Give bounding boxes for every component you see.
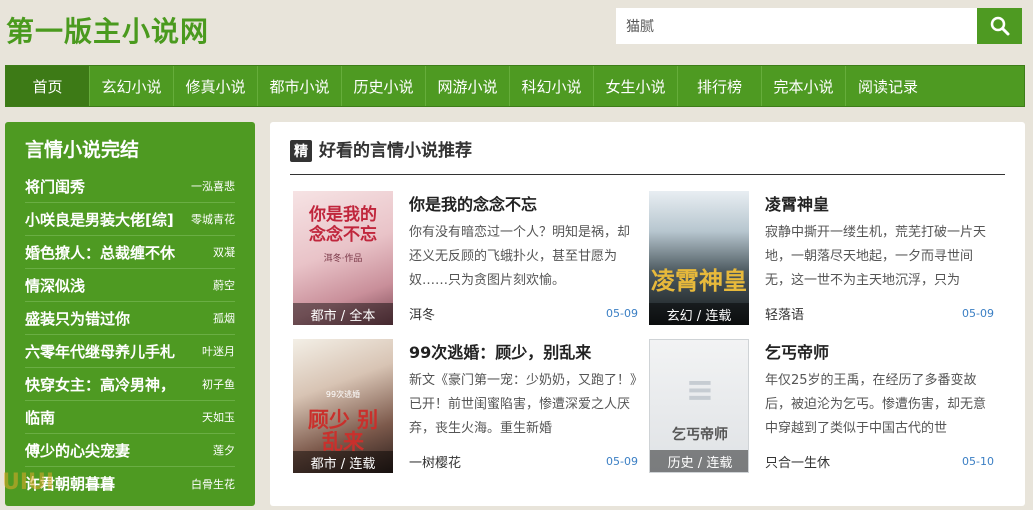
book-author: 白骨生花 [191,477,235,491]
book-author: 天如玉 [202,411,235,424]
book-title-link[interactable]: 傅少的心尖宠妻 [25,440,130,461]
list-item[interactable]: 许君朝朝暮暮 白骨生花 [25,467,235,500]
list-item[interactable]: 傅少的心尖宠妻 莲夕 [25,434,235,467]
search-button[interactable] [977,8,1022,44]
cover-placeholder-glyph: ≡ [685,370,715,410]
book-category-tag: 都市 / 连载 [293,451,393,473]
book-author: 一泓喜悲 [191,180,235,193]
book-description: 新文《豪门第一宠：少奶奶，又跑了！》已开！前世闺蜜陷害，惨遭深爱之人厌弃，丧生火… [409,373,637,436]
book-title-link[interactable]: 乞丐帝师 [765,339,829,363]
book-title-link[interactable]: 将门闺秀 [25,176,85,197]
book-author[interactable]: 洱冬 [409,304,435,323]
search-icon [990,16,1009,36]
book-title-link[interactable]: 99次逃婚：顾少，别乱来 [409,339,591,363]
nav-ranking[interactable]: 排行榜 [678,66,762,106]
book-author: 初子鱼 [202,378,235,391]
book-author[interactable]: 轻落语 [765,304,804,323]
nav-xuanhuan[interactable]: 玄幻小说 [90,66,174,106]
list-item[interactable]: 将门闺秀 一泓喜悲 [25,170,235,203]
cover-subtitle: 洱冬·作品 [323,254,363,264]
cover-title: 乞丐帝师 [672,427,728,443]
cover-subtitle: 99次逃婚 [325,390,361,399]
book-author: 零城青花 [191,213,235,226]
sidebar-completed-list: 言情小说完结 将门闺秀 一泓喜悲 小咲良是男装大佬[综] 零城青花 婚色撩人：总裁缠… [5,122,255,506]
book-author: 蔚空 [213,279,235,292]
nav-nvsheng[interactable]: 女生小说 [594,66,678,106]
book-card: 顾少 别乱来 99次逃婚 都市 / 连载 99次逃婚：顾少，别乱来 新文《豪门第… [293,339,638,474]
list-item[interactable]: 临南 天如玉 [25,401,235,434]
search-input[interactable] [616,8,977,44]
cover-title: 你是我的念念不忘 [309,205,377,245]
book-author: 孤烟 [213,312,235,325]
book-card: ≡ 乞丐帝师 历史 / 连载 乞丐帝师 年仅25岁的王禹，在经历了多番变故后，被… [649,339,994,474]
book-author: 双凝 [213,246,235,259]
main-nav: 首页 玄幻小说 修真小说 都市小说 历史小说 网游小说 科幻小说 女生小说 排行… [5,65,1025,107]
book-date: 05-10 [962,455,994,468]
featured-badge: 精 [290,140,312,162]
list-item[interactable]: 婚色撩人：总裁缠不休 双凝 [25,236,235,269]
book-author[interactable]: 一树樱花 [409,452,461,471]
search-bar [616,8,1022,44]
book-title-link[interactable]: 快穿女主：高冷男神， [25,374,175,395]
book-title-link[interactable]: 小咲良是男装大佬[综] [25,209,174,230]
book-title-link[interactable]: 凌霄神皇 [765,191,829,215]
book-title-link[interactable]: 情深似浅 [25,275,85,296]
book-author[interactable]: 只合一生休 [765,452,830,471]
book-description: 年仅25岁的王禹，在经历了多番变故后，被迫沦为乞丐。惨遭伤害，却无意中穿越到了类… [765,373,987,436]
watermark-logo: UIUI [2,470,55,495]
book-title-link[interactable]: 临南 [25,407,55,428]
book-author: 莲夕 [213,444,235,457]
book-card: 凌霄神皇 玄幻 / 连载 凌霄神皇 寂静中撕开一缕生机，荒芜打破一片天地，一朝落… [649,191,994,326]
book-title-link[interactable]: 你是我的念念不忘 [409,191,537,215]
book-title-link[interactable]: 六零年代继母养儿手札 [25,341,175,362]
book-cover[interactable]: 你是我的念念不忘 洱冬·作品 都市 / 全本 [293,191,393,325]
book-cover[interactable]: ≡ 乞丐帝师 历史 / 连载 [649,339,749,473]
list-item[interactable]: 小咲良是男装大佬[综] 零城青花 [25,203,235,236]
nav-history[interactable]: 阅读记录 [846,66,930,106]
sidebar-title: 言情小说完结 [25,139,140,161]
book-description: 寂静中撕开一缕生机，荒芜打破一片天地，一朝落尽天地起，一夕而寻世间无，这一世不为… [765,225,987,288]
book-date: 05-09 [962,307,994,320]
book-cover[interactable]: 凌霄神皇 玄幻 / 连载 [649,191,749,325]
book-date: 05-09 [606,307,638,320]
book-category-tag: 都市 / 全本 [293,303,393,325]
section-header: 精 好看的言情小说推荐 [290,140,1005,175]
list-item[interactable]: 六零年代继母养儿手札 叶迷月 [25,335,235,368]
book-title-link[interactable]: 婚色撩人：总裁缠不休 [25,242,175,263]
nav-dushi[interactable]: 都市小说 [258,66,342,106]
recommend-panel: 精 好看的言情小说推荐 你是我的念念不忘 洱冬·作品 都市 / 全本 你是我的念… [270,122,1025,506]
book-category-tag: 历史 / 连载 [650,450,748,472]
book-card: 你是我的念念不忘 洱冬·作品 都市 / 全本 你是我的念念不忘 你有没有暗恋过一… [293,191,638,326]
book-description: 你有没有暗恋过一个人？明知是祸，却还义无反顾的飞蛾扑火，甚至甘愿为奴……只为贪图… [409,225,631,288]
section-title: 好看的言情小说推荐 [319,141,472,161]
list-item[interactable]: 情深似浅 蔚空 [25,269,235,302]
list-item[interactable]: 快穿女主：高冷男神， 初子鱼 [25,368,235,401]
book-cover[interactable]: 顾少 别乱来 99次逃婚 都市 / 连载 [293,339,393,473]
nav-finished[interactable]: 完本小说 [762,66,846,106]
nav-kehuan[interactable]: 科幻小说 [510,66,594,106]
book-category-tag: 玄幻 / 连载 [649,303,749,325]
book-date: 05-09 [606,455,638,468]
nav-lishi[interactable]: 历史小说 [342,66,426,106]
list-item[interactable]: 盛装只为错过你 孤烟 [25,302,235,335]
site-logo[interactable]: 第一版主小说网 [6,10,209,50]
book-title-link[interactable]: 盛装只为错过你 [25,308,130,329]
nav-home[interactable]: 首页 [6,66,90,106]
nav-xiuzhen[interactable]: 修真小说 [174,66,258,106]
book-author: 叶迷月 [202,345,235,358]
cover-title: 凌霄神皇 [651,266,747,295]
cover-title: 顾少 别乱来 [307,407,379,454]
nav-wangyou[interactable]: 网游小说 [426,66,510,106]
